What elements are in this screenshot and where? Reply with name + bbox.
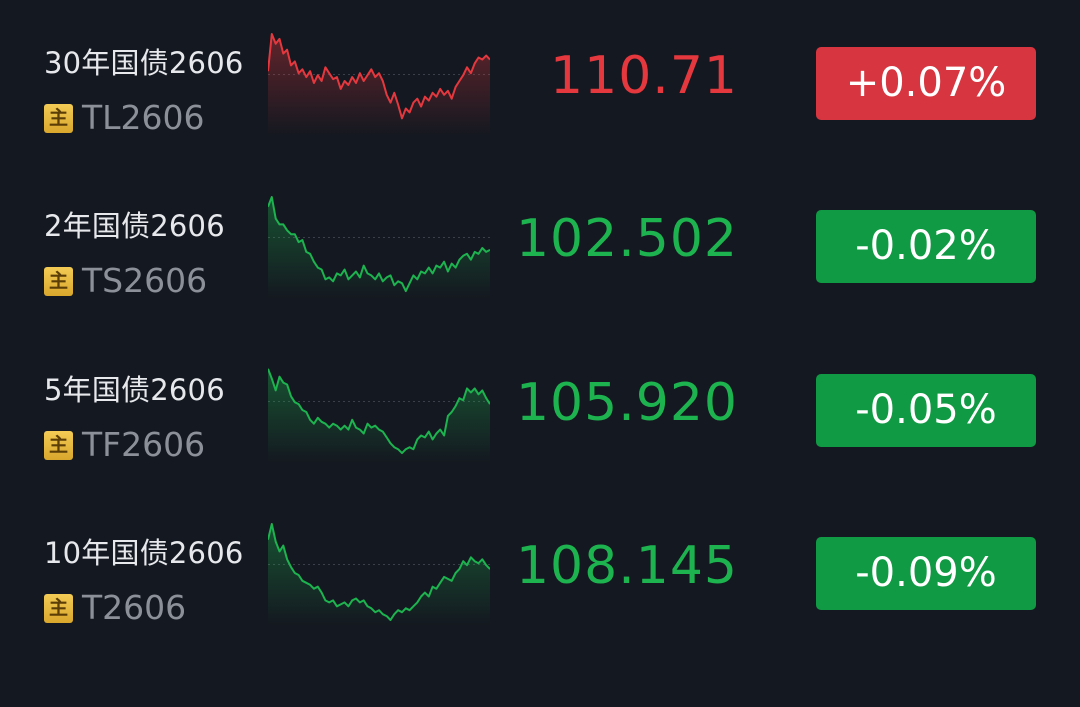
sparkline-area <box>268 368 490 463</box>
quote-row-tl2606[interactable]: 30年国债2606 主 TL2606 110.71 +0.07% <box>0 0 1080 163</box>
last-price: 110.71 <box>550 46 738 106</box>
change-percent-badge[interactable]: +0.07% <box>816 47 1036 120</box>
main-contract-badge: 主 <box>44 594 73 623</box>
main-contract-badge: 主 <box>44 267 73 296</box>
change-percent-badge[interactable]: -0.05% <box>816 374 1036 447</box>
quote-row-tf2606[interactable]: 5年国债2606 主 TF2606 105.920 -0.05% <box>0 327 1080 490</box>
contract-name: 2年国债2606 <box>44 209 225 243</box>
main-contract-badge: 主 <box>44 104 73 133</box>
sparkline <box>268 33 490 136</box>
sparkline <box>268 196 490 299</box>
change-percent-badge[interactable]: -0.09% <box>816 537 1036 610</box>
quote-row-t2606[interactable]: 10年国债2606 主 T2606 108.145 -0.09% <box>0 490 1080 653</box>
sparkline <box>268 368 490 463</box>
main-contract-badge: 主 <box>44 431 73 460</box>
contract-code: TF2606 <box>82 425 206 464</box>
last-price: 108.145 <box>515 536 738 596</box>
contract-name: 30年国债2606 <box>44 46 244 80</box>
contract-code: T2606 <box>82 588 187 627</box>
last-price: 105.920 <box>515 373 738 433</box>
contract-code: TS2606 <box>82 261 208 300</box>
contract-name: 10年国债2606 <box>44 536 244 570</box>
sparkline <box>268 523 490 626</box>
last-price: 102.502 <box>515 209 738 269</box>
sparkline-area <box>268 197 490 299</box>
contract-name: 5年国债2606 <box>44 373 225 407</box>
contract-code: TL2606 <box>82 98 205 137</box>
quote-row-ts2606[interactable]: 2年国债2606 主 TS2606 102.502 -0.02% <box>0 163 1080 326</box>
change-percent-badge[interactable]: -0.02% <box>816 210 1036 283</box>
